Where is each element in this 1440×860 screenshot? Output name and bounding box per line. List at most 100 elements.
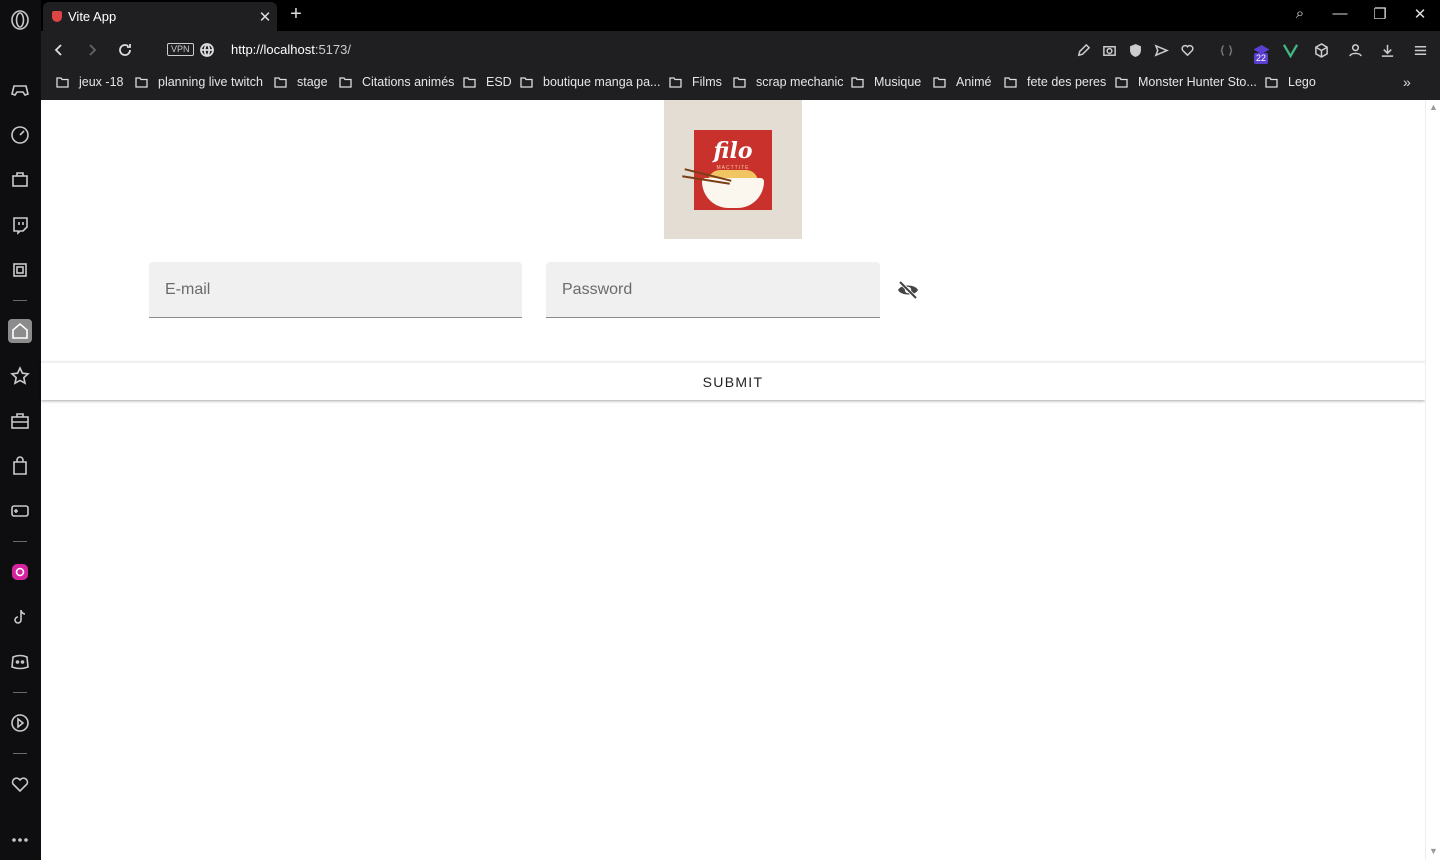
password-field[interactable]: Password [546, 262, 880, 318]
bookmark-label: Citations animés [362, 75, 455, 89]
sidebar-separator [13, 692, 27, 693]
bookmark-folder[interactable]: Animé [933, 75, 991, 89]
address-bar-row: VPN http://localhost:5173/ 22 [41, 31, 1440, 68]
tiktok-icon[interactable] [8, 605, 32, 629]
game-controller-icon[interactable] [8, 499, 32, 523]
folder-icon [933, 77, 946, 88]
more-dots-icon[interactable] [8, 828, 32, 852]
bookmark-folder[interactable]: planning live twitch [135, 75, 263, 89]
folder-icon [56, 77, 69, 88]
browser-sidebar [0, 0, 41, 860]
bookmark-folder[interactable]: scrap mechanic [733, 75, 844, 89]
cart-icon[interactable] [8, 168, 32, 192]
heart-icon[interactable] [8, 772, 32, 796]
scroll-up-icon[interactable]: ▲ [1429, 102, 1438, 112]
heart-outline-icon[interactable] [1178, 41, 1196, 59]
bookmark-folder[interactable]: fete des peres [1004, 75, 1106, 89]
shield-icon[interactable] [1126, 41, 1144, 59]
folder-icon [274, 77, 287, 88]
speed-dial-icon[interactable] [8, 123, 32, 147]
bookmark-folder[interactable]: Musique [851, 75, 921, 89]
home-icon[interactable] [8, 319, 32, 343]
email-input[interactable] [149, 262, 522, 317]
easy-setup-icon[interactable] [1411, 41, 1429, 59]
bookmark-label: Animé [956, 75, 992, 89]
eye-off-icon[interactable] [896, 278, 920, 302]
folder-icon [851, 77, 864, 88]
bookmark-folder[interactable]: Monster Hunter Sto... [1115, 75, 1257, 89]
bookmark-label: Lego [1288, 75, 1316, 89]
folder-icon [733, 77, 746, 88]
star-icon[interactable] [8, 364, 32, 388]
restore-button[interactable]: ❐ [1368, 5, 1392, 23]
bookmark-folder[interactable]: jeux -18 [56, 75, 123, 89]
bookmark-label: jeux -18 [79, 75, 124, 89]
vpn-badge[interactable]: VPN [167, 43, 194, 56]
sidebar-separator [13, 753, 27, 754]
app-logo: ﬁlo MACTTITE [664, 100, 802, 239]
tab-vite-app[interactable]: Vite App ✕ [43, 2, 277, 31]
hardware-icon[interactable] [8, 258, 32, 282]
discord-icon[interactable] [8, 650, 32, 674]
account-icon[interactable] [1346, 41, 1364, 59]
extension-braces-icon[interactable] [1217, 41, 1235, 59]
minimize-button[interactable]: — [1328, 5, 1352, 22]
folder-icon [520, 77, 533, 88]
url-port-path: :5173/ [314, 42, 351, 57]
sidebar-separator [13, 300, 27, 301]
bookmark-label: planning live twitch [158, 75, 263, 89]
bookmark-folder[interactable]: Films [669, 75, 722, 89]
new-tab-button[interactable]: + [285, 3, 307, 26]
bookmark-folder[interactable]: ESD [463, 75, 512, 89]
instagram-icon[interactable] [8, 560, 32, 584]
folder-icon [135, 77, 148, 88]
site-info-globe-icon[interactable] [197, 40, 217, 60]
reload-button[interactable] [115, 40, 135, 60]
logo-text: ﬁlo [713, 137, 753, 164]
submit-button[interactable]: SUBMIT [41, 362, 1425, 400]
tab-close-icon[interactable]: ✕ [253, 8, 277, 26]
forward-button[interactable] [82, 40, 102, 60]
password-input[interactable] [546, 262, 880, 317]
bookmarks-overflow-button[interactable]: » [1403, 74, 1411, 90]
page-scrollbar[interactable]: ▲ ▼ [1425, 100, 1440, 860]
gamepad-icon[interactable] [8, 78, 32, 102]
logo-box: ﬁlo MACTTITE [682, 129, 772, 210]
back-button[interactable] [49, 40, 69, 60]
email-field[interactable]: E-mail [149, 262, 522, 318]
folder-icon [463, 77, 476, 88]
cube-icon[interactable] [1312, 41, 1330, 59]
submit-label: SUBMIT [702, 373, 764, 390]
scroll-down-icon[interactable]: ▼ [1429, 846, 1438, 856]
search-tabs-icon[interactable]: ⌕ [1288, 5, 1312, 22]
shopping-bag-icon[interactable] [8, 454, 32, 478]
opera-logo-icon[interactable] [8, 8, 32, 32]
bookmark-label: boutique manga pa... [543, 75, 661, 89]
bookmark-folder[interactable]: stage [274, 75, 328, 89]
bookmark-folder[interactable]: boutique manga pa... [520, 75, 660, 89]
page-viewport: ﬁlo MACTTITE E-mail Password SUBMIT [41, 100, 1425, 860]
vue-devtools-icon[interactable] [1281, 41, 1299, 59]
bookmarks-bar: jeux -18 planning live twitch stage Cita… [41, 68, 1440, 100]
twitch-icon[interactable] [8, 213, 32, 237]
close-window-button[interactable]: ✕ [1408, 5, 1432, 23]
extension-badge: 22 [1254, 53, 1269, 64]
bookmark-label: Musique [874, 75, 922, 89]
tab-strip: Vite App ✕ + ⌕ — ❐ ✕ [41, 0, 1440, 31]
favicon-icon [52, 11, 62, 22]
briefcase-icon[interactable] [8, 409, 32, 433]
send-icon[interactable] [1152, 41, 1170, 59]
folder-icon [339, 77, 352, 88]
edit-icon[interactable] [1074, 41, 1092, 59]
bookmark-folder[interactable]: Lego [1265, 75, 1316, 89]
camera-icon[interactable] [1100, 41, 1118, 59]
url-host: http://localhost [231, 42, 315, 57]
bookmark-label: scrap mechanic [756, 75, 844, 89]
sidebar-separator [13, 541, 27, 542]
url-field[interactable]: http://localhost:5173/ [231, 42, 351, 57]
bookmark-folder[interactable]: Citations animés [339, 75, 454, 89]
player-icon[interactable] [8, 711, 32, 735]
bookmark-label: ESD [486, 75, 512, 89]
bookmark-label: stage [297, 75, 328, 89]
download-icon[interactable] [1378, 41, 1396, 59]
